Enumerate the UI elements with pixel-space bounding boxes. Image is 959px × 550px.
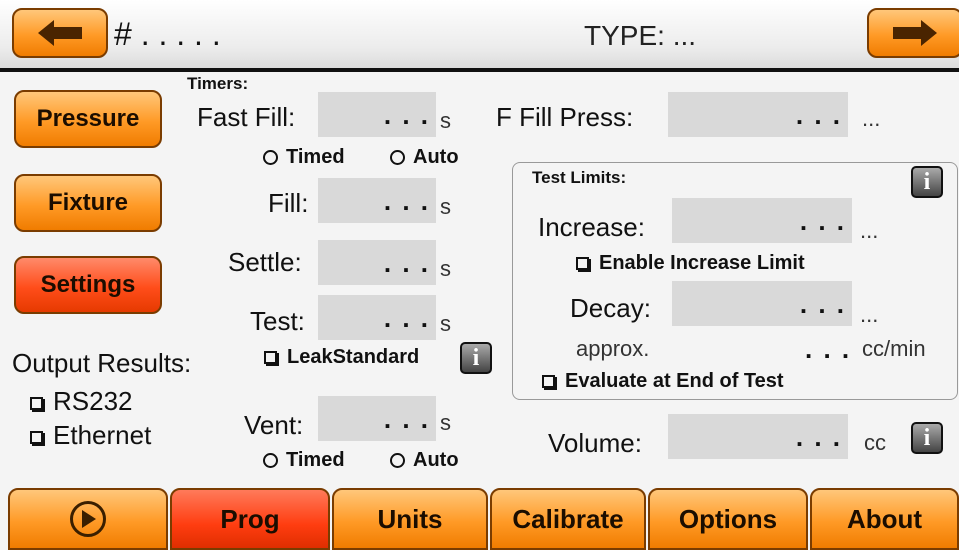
leak-standard-checkbox[interactable]: LeakStandard <box>264 346 419 369</box>
fixture-button[interactable]: Fixture <box>14 174 162 232</box>
settle-label: Settle: <box>228 247 302 277</box>
left-arrow-icon <box>38 20 82 46</box>
output-results-label: Output Results: <box>12 348 192 378</box>
run-button[interactable] <box>8 488 168 550</box>
radio-icon <box>263 453 278 469</box>
test-value: . . . <box>383 303 430 333</box>
leak-standard-label: LeakStandard <box>287 346 420 368</box>
fast-fill-timed-label: Timed <box>286 146 345 168</box>
settle-field[interactable]: . . . <box>318 240 436 285</box>
fill-field[interactable]: . . . <box>318 178 436 223</box>
decay-unit: ... <box>860 302 879 327</box>
rs232-checkbox[interactable]: RS232 <box>30 386 133 417</box>
checkbox-icon <box>30 430 43 444</box>
tab-options[interactable]: Options <box>648 488 808 550</box>
fill-label: Fill: <box>268 188 309 218</box>
program-number: # . . . . . <box>114 16 221 52</box>
increase-label: Increase: <box>538 212 645 242</box>
test-label: Test: <box>250 306 305 336</box>
forward-button[interactable] <box>867 8 959 58</box>
fast-fill-field[interactable]: . . . <box>318 92 436 137</box>
test-limits-title: Test Limits: <box>532 168 627 187</box>
volume-field[interactable]: . . . <box>668 414 848 459</box>
vent-timed-label: Timed <box>286 449 345 471</box>
fast-fill-auto-label: Auto <box>413 146 459 168</box>
checkbox-icon <box>30 396 43 410</box>
fast-fill-value: . . . <box>383 100 430 130</box>
fast-fill-unit: s <box>440 108 451 133</box>
fill-value: . . . <box>383 186 430 216</box>
ethernet-label: Ethernet <box>53 420 152 450</box>
volume-value: . . . <box>795 422 842 452</box>
test-unit: s <box>440 311 451 336</box>
radio-icon <box>390 453 405 469</box>
vent-value: . . . <box>383 404 430 434</box>
enable-increase-checkbox[interactable]: Enable Increase Limit <box>576 252 805 275</box>
radio-icon <box>263 150 278 166</box>
enable-increase-label: Enable Increase Limit <box>599 252 805 274</box>
radio-icon <box>390 150 405 166</box>
decay-label: Decay: <box>570 293 651 323</box>
pressure-button[interactable]: Pressure <box>14 90 162 148</box>
fast-fill-press-field[interactable]: . . . <box>668 92 848 137</box>
approx-value: . . . <box>805 334 852 364</box>
test-field[interactable]: . . . <box>318 295 436 340</box>
settings-button[interactable]: Settings <box>14 256 162 314</box>
checkbox-icon <box>264 351 277 365</box>
fast-fill-press-value: . . . <box>795 100 842 130</box>
back-button[interactable] <box>12 8 108 58</box>
vent-field[interactable]: . . . <box>318 396 436 441</box>
volume-label: Volume: <box>548 428 642 458</box>
header-divider <box>0 68 959 72</box>
fast-fill-press-label: F Fill Press: <box>496 102 634 132</box>
volume-info-icon[interactable]: i <box>911 422 943 454</box>
approx-unit: cc/min <box>862 336 926 361</box>
increase-unit: ... <box>860 218 879 243</box>
fast-fill-auto-radio[interactable]: Auto <box>390 146 459 169</box>
checkbox-icon <box>576 257 589 271</box>
settle-unit: s <box>440 256 451 281</box>
settle-value: . . . <box>383 248 430 278</box>
vent-unit: s <box>440 410 451 435</box>
ethernet-checkbox[interactable]: Ethernet <box>30 420 151 451</box>
volume-unit: cc <box>864 430 886 455</box>
tab-calibrate[interactable]: Calibrate <box>490 488 646 550</box>
checkbox-icon <box>542 375 555 389</box>
vent-auto-label: Auto <box>413 449 459 471</box>
tab-about[interactable]: About <box>810 488 959 550</box>
fill-unit: s <box>440 194 451 219</box>
vent-label: Vent: <box>244 410 304 440</box>
increase-value: . . . <box>799 206 846 236</box>
type-label: TYPE: ... <box>584 20 697 51</box>
evaluate-end-checkbox[interactable]: Evaluate at End of Test <box>542 370 784 393</box>
evaluate-end-label: Evaluate at End of Test <box>565 370 784 392</box>
rs232-label: RS232 <box>53 386 133 416</box>
approx-label: approx. <box>576 336 650 361</box>
timers-label: Timers: <box>187 74 249 93</box>
right-arrow-icon <box>893 20 937 46</box>
decay-value: . . . <box>799 289 846 319</box>
increase-field[interactable]: . . . <box>672 198 852 243</box>
fast-fill-press-unit: ... <box>862 106 881 131</box>
vent-timed-radio[interactable]: Timed <box>263 449 345 472</box>
fast-fill-timed-radio[interactable]: Timed <box>263 146 345 169</box>
test-limits-info-icon[interactable]: i <box>911 166 943 198</box>
tab-prog[interactable]: Prog <box>170 488 330 550</box>
fast-fill-label: Fast Fill: <box>197 102 296 132</box>
leak-standard-info-icon[interactable]: i <box>460 342 492 374</box>
tab-units[interactable]: Units <box>332 488 488 550</box>
decay-field[interactable]: . . . <box>672 281 852 326</box>
vent-auto-radio[interactable]: Auto <box>390 449 459 472</box>
play-icon <box>70 501 106 537</box>
